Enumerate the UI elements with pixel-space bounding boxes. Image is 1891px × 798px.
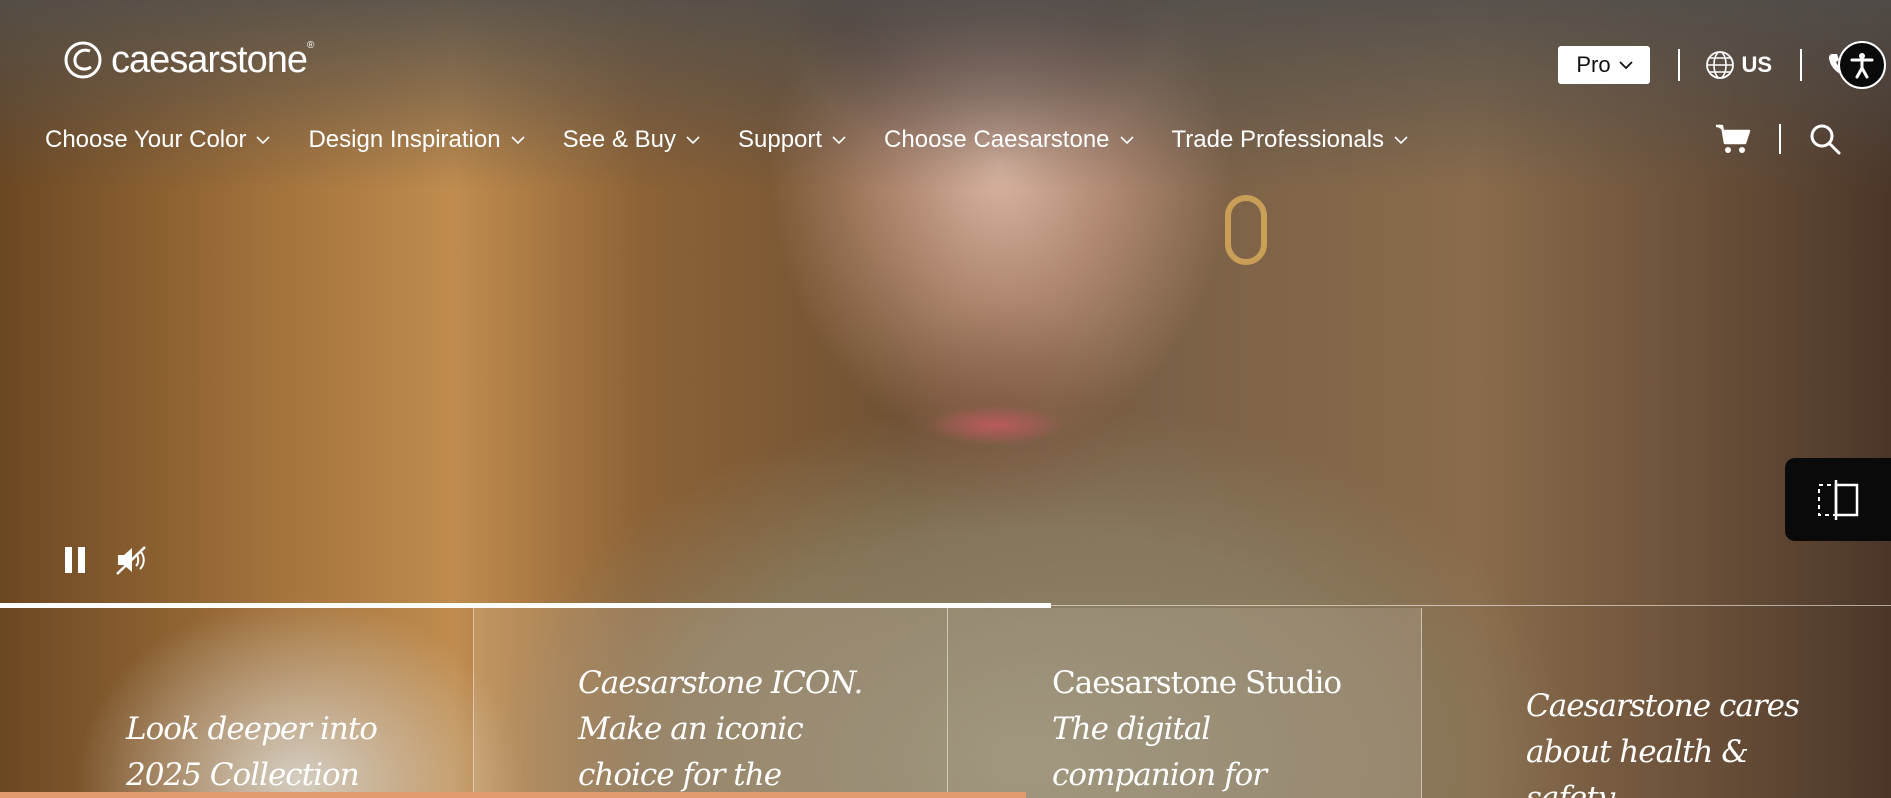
chevron-down-icon xyxy=(511,136,525,145)
slide-card[interactable]: Caesarstone cares about health & safety xyxy=(1422,608,1891,798)
slide-card[interactable]: Caesarstone ICON. Make an iconic choice … xyxy=(474,608,948,798)
slide-line: Look deeper into xyxy=(126,711,378,747)
main-navigation: Choose Your Color Design Inspiration See… xyxy=(45,126,1408,154)
slide-card[interactable]: Caesarstone Studio The digital companion… xyxy=(948,608,1422,798)
cart-icon[interactable] xyxy=(1715,123,1751,155)
slide-title: Caesarstone cares about health & safety xyxy=(1526,683,1800,798)
header-gradient xyxy=(0,0,1891,190)
feature-slides: Look deeper into 2025 Collection Caesars… xyxy=(0,608,1891,798)
nav-see-and-buy[interactable]: See & Buy xyxy=(563,126,700,154)
chevron-down-icon xyxy=(1618,61,1633,70)
nav-label: Design Inspiration xyxy=(308,126,501,153)
accessibility-button[interactable] xyxy=(1838,41,1886,89)
divider xyxy=(1779,124,1781,154)
utility-bar: Pro US xyxy=(1558,40,1891,90)
pro-dropdown[interactable]: Pro xyxy=(1558,46,1651,84)
globe-icon xyxy=(1706,51,1735,79)
slide-line: companion for xyxy=(1052,757,1267,793)
logo-swirl-icon xyxy=(64,41,102,79)
nav-label: Support xyxy=(737,126,823,153)
region-selector[interactable]: US xyxy=(1705,50,1772,80)
nav-support[interactable]: Support xyxy=(738,126,846,154)
accent-bar xyxy=(0,792,1026,798)
nav-design-inspiration[interactable]: Design Inspiration xyxy=(308,126,525,154)
compare-tab[interactable] xyxy=(1785,458,1891,541)
chevron-down-icon xyxy=(1119,136,1134,145)
pause-icon[interactable] xyxy=(62,545,88,575)
slide-title: Caesarstone ICON. Make an iconic choice … xyxy=(578,660,863,798)
nav-label: Trade Professionals xyxy=(1171,126,1385,153)
chevron-down-icon xyxy=(256,136,271,145)
region-label: US xyxy=(1741,52,1772,77)
nav-label: Choose Caesarstone xyxy=(884,126,1110,153)
logo-wordmark: caesarstone® xyxy=(111,39,314,81)
nav-choose-your-color[interactable]: Choose Your Color xyxy=(45,126,271,154)
nav-tools xyxy=(1715,123,1841,155)
slide-card[interactable]: Look deeper into 2025 Collection xyxy=(0,608,474,798)
hero-video: caesarstone® Pro US Choose Your Color De… xyxy=(0,0,1891,798)
accessibility-icon xyxy=(1850,53,1874,79)
mute-icon[interactable] xyxy=(114,544,148,576)
brand-logo[interactable]: caesarstone® xyxy=(63,39,314,81)
chevron-down-icon xyxy=(1394,136,1408,145)
registered-mark: ® xyxy=(307,40,314,51)
slide-line: about health & xyxy=(1526,734,1749,770)
slide-line: Make an iconic xyxy=(578,711,804,747)
hero-figure-earring xyxy=(1225,195,1267,265)
nav-trade-professionals[interactable]: Trade Professionals xyxy=(1172,126,1409,154)
chevron-down-icon xyxy=(686,136,700,145)
slide-line: The digital xyxy=(1052,711,1211,747)
slide-title: Caesarstone Studio The digital companion… xyxy=(1052,660,1342,798)
chevron-down-icon xyxy=(832,136,846,145)
compare-icon xyxy=(1818,479,1859,520)
slide-line: Caesarstone ICON. xyxy=(578,665,863,701)
nav-choose-caesarstone[interactable]: Choose Caesarstone xyxy=(884,126,1134,154)
hero-figure-detail xyxy=(925,405,1065,445)
nav-label: See & Buy xyxy=(562,126,676,153)
slide-line: safety xyxy=(1526,780,1615,798)
nav-label: Choose Your Color xyxy=(45,126,247,153)
divider xyxy=(1800,49,1802,81)
divider xyxy=(1678,49,1681,81)
slide-title: Look deeper into 2025 Collection xyxy=(126,706,378,798)
slide-line: Caesarstone cares xyxy=(1526,688,1800,724)
pro-label: Pro xyxy=(1576,52,1611,77)
slide-line: Caesarstone Studio xyxy=(1052,665,1342,701)
video-controls xyxy=(62,544,148,576)
search-icon[interactable] xyxy=(1809,123,1841,155)
